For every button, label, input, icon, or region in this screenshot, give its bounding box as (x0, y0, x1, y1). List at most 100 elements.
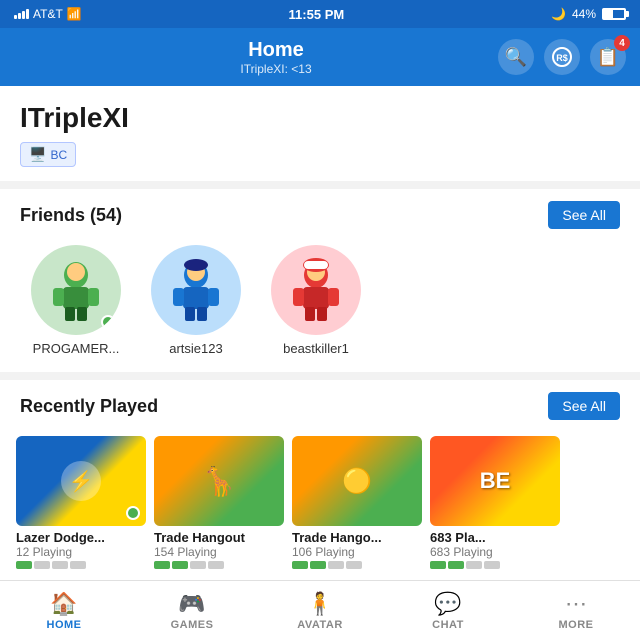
profile-section: ITripleXI 🖥️ BC (0, 86, 640, 181)
battery-icon (602, 8, 626, 20)
avatar-icon: 🧍 (306, 591, 333, 617)
page-title: Home (240, 39, 311, 62)
game-name: Lazer Dodge... (16, 530, 146, 545)
battery-label: 44% (572, 7, 596, 21)
game-item[interactable]: BE 683 Pla... 683 Playing (430, 436, 560, 569)
friend-name: beastkiller1 (283, 341, 349, 356)
friends-list: PROGAMER... artsie123 (0, 237, 640, 372)
nav-chat[interactable]: 💬 CHAT (384, 587, 512, 635)
game-name: Trade Hango... (292, 530, 422, 545)
rating-bar (346, 561, 362, 569)
game-thumbnail: 🦒 (154, 436, 284, 526)
username-label: ITripleXI (20, 102, 620, 134)
recently-played-title: Recently Played (20, 396, 158, 417)
signal-icon (14, 9, 29, 19)
rating-bar (172, 561, 188, 569)
game-thumbnail: BE (430, 436, 560, 526)
rating-bar (208, 561, 224, 569)
friend-name: PROGAMER... (33, 341, 120, 356)
friends-section-header: Friends (54) See All (0, 189, 640, 237)
svg-text:R$: R$ (556, 53, 568, 63)
game-players: 106 Playing (292, 545, 422, 559)
bc-icon: 🖥️ (29, 146, 46, 163)
rating-bar (190, 561, 206, 569)
avatar-figure (281, 255, 351, 325)
game-players: 683 Playing (430, 545, 560, 559)
games-icon: 🎮 (178, 591, 205, 617)
friends-see-all-button[interactable]: See All (548, 201, 620, 229)
battery-fill (604, 10, 613, 18)
nav-home[interactable]: 🏠 HOME (0, 587, 128, 635)
friend-name: artsie123 (169, 341, 222, 356)
home-icon: 🏠 (50, 591, 77, 617)
nav-games-label: GAMES (171, 619, 214, 631)
bottom-navigation: 🏠 HOME 🎮 GAMES 🧍 AVATAR 💬 CHAT ⋯ MORE (0, 580, 640, 640)
nav-games[interactable]: 🎮 GAMES (128, 587, 256, 635)
friend-item[interactable]: PROGAMER... (16, 245, 136, 356)
rating-bar (484, 561, 500, 569)
nav-avatar[interactable]: 🧍 AVATAR (256, 587, 384, 635)
rating-bar (328, 561, 344, 569)
friend-avatar (271, 245, 361, 335)
more-icon: ⋯ (565, 591, 587, 617)
rating-bar (310, 561, 326, 569)
nav-more-label: MORE (559, 619, 594, 631)
rating-bar (52, 561, 68, 569)
status-bar: AT&T 📶 11:55 PM 🌙 44% (0, 0, 640, 28)
rating-bar (34, 561, 50, 569)
rating-bar (154, 561, 170, 569)
avatar-figure (161, 255, 231, 325)
status-time: 11:55 PM (289, 7, 345, 22)
game-players: 12 Playing (16, 545, 146, 559)
notifications-button[interactable]: 📋 4 (590, 39, 626, 75)
status-right: 🌙 44% (551, 7, 626, 21)
recently-played-header: Recently Played See All (0, 380, 640, 428)
chat-icon: 💬 (434, 591, 461, 617)
friends-section-title: Friends (54) (20, 205, 122, 226)
online-indicator (101, 315, 115, 329)
header-title-group: Home ITripleXI: <13 (240, 39, 311, 76)
bc-label: BC (50, 148, 67, 162)
nav-avatar-label: AVATAR (297, 619, 343, 631)
moon-icon: 🌙 (551, 7, 566, 21)
game-rating (16, 561, 146, 569)
avatar-figure (41, 255, 111, 325)
friend-avatar (31, 245, 121, 335)
rating-bar (430, 561, 446, 569)
rating-bar (70, 561, 86, 569)
game-item[interactable]: ⚡ Lazer Dodge... 12 Playing (16, 436, 146, 569)
rating-bar (292, 561, 308, 569)
search-button[interactable]: 🔍 (498, 39, 534, 75)
game-name: Trade Hangout (154, 530, 284, 545)
rating-bar (448, 561, 464, 569)
main-content: ITripleXI 🖥️ BC Friends (54) See All (0, 86, 640, 580)
page-subtitle: ITripleXI: <13 (240, 62, 311, 76)
notification-badge: 4 (614, 35, 630, 51)
robux-button[interactable]: R$ (544, 39, 580, 75)
nav-chat-label: CHAT (432, 619, 464, 631)
recently-played-see-all-button[interactable]: See All (548, 392, 620, 420)
game-item[interactable]: 🟡 Trade Hango... 106 Playing (292, 436, 422, 569)
friend-item[interactable]: beastkiller1 (256, 245, 376, 356)
robux-icon: R$ (552, 47, 572, 67)
game-rating (430, 561, 560, 569)
nav-more[interactable]: ⋯ MORE (512, 587, 640, 635)
game-name: 683 Pla... (430, 530, 560, 545)
nav-home-label: HOME (47, 619, 82, 631)
game-item[interactable]: 🦒 Trade Hangout 154 Playing (154, 436, 284, 569)
friend-item[interactable]: artsie123 (136, 245, 256, 356)
bc-badge: 🖥️ BC (20, 142, 76, 167)
carrier-label: AT&T (33, 7, 63, 21)
friend-avatar (151, 245, 241, 335)
game-thumbnail: 🟡 (292, 436, 422, 526)
header-icons-group: 🔍 R$ 📋 4 (498, 39, 626, 75)
rating-bar (16, 561, 32, 569)
game-players: 154 Playing (154, 545, 284, 559)
recently-played-list: ⚡ Lazer Dodge... 12 Playing 🦒 (0, 428, 640, 580)
app-header: Home ITripleXI: <13 🔍 R$ 📋 4 (0, 28, 640, 86)
status-left: AT&T 📶 (14, 7, 82, 21)
game-rating (154, 561, 284, 569)
rating-bar (466, 561, 482, 569)
game-online-indicator (126, 506, 140, 520)
game-rating (292, 561, 422, 569)
